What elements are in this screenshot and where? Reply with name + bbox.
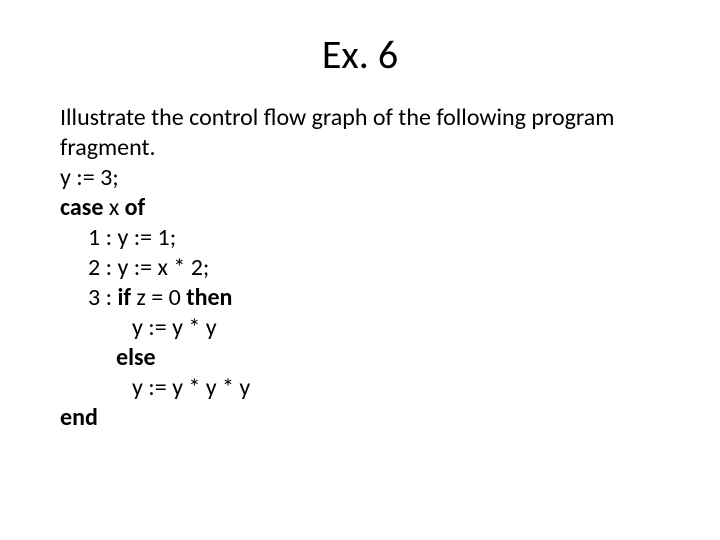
code-line-case2: 2 : y := x * 2; [60,253,660,283]
code-line-case1: 1 : y := 1; [60,223,660,253]
kw-else: else [116,343,156,372]
kw-of: of [125,193,146,222]
code-line-case: case x of [60,193,660,223]
case-var: x [103,193,124,222]
slide-body: Illustrate the control flow graph of the… [60,103,660,433]
code-line-case3: 3 : if z = 0 then [60,283,660,313]
instruction-text: Illustrate the control flow graph of the… [60,103,660,163]
kw-if: if [117,283,131,312]
kw-case: case [60,193,103,222]
code-line-else: else [60,343,660,373]
code-line-end: end [60,403,660,433]
if-cond: z = 0 [131,283,186,312]
slide: Ex. 6 Illustrate the control flow graph … [0,0,720,540]
case3-prefix: 3 : [88,283,117,312]
code-line-assign: y := 3; [60,163,660,193]
kw-then: then [186,283,232,312]
slide-title: Ex. 6 [60,30,660,79]
code-line-else-body: y := y * y * y [60,373,660,403]
kw-end: end [60,403,98,432]
code-line-then: y := y * y [60,313,660,343]
